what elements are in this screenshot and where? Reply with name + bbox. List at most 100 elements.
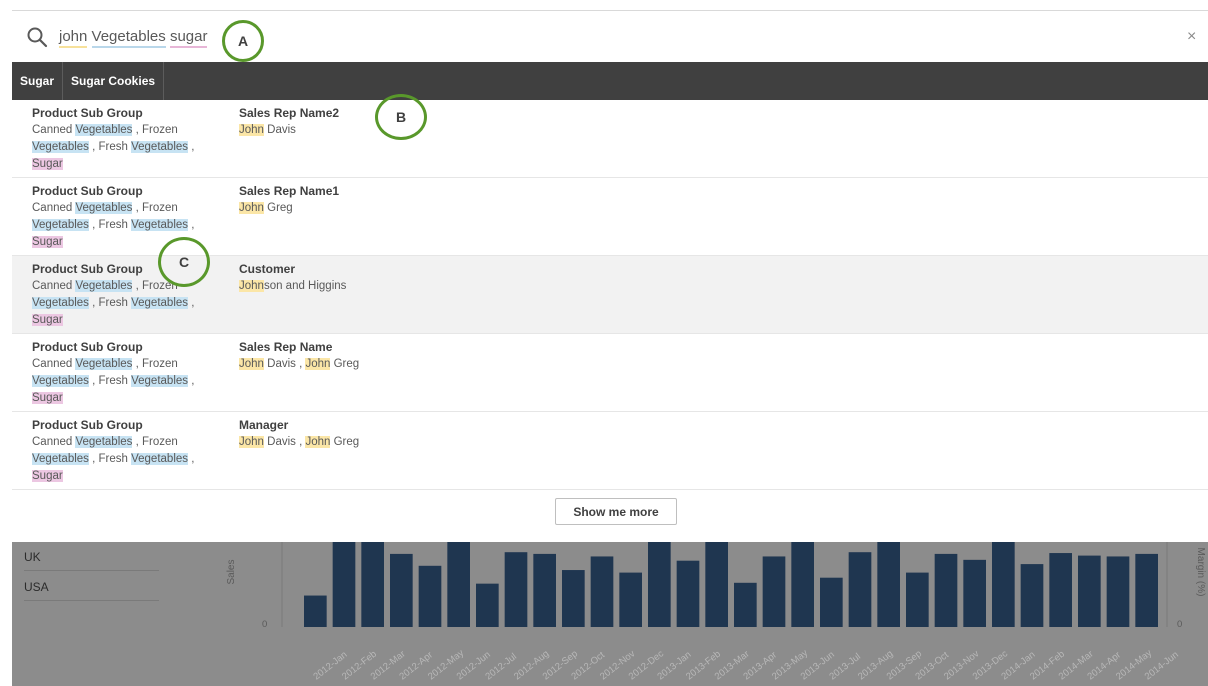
tab-sugar[interactable]: Sugar (12, 62, 64, 100)
result-field-product-sub-group[interactable]: Product Sub Group Canned Vegetables , Fro… (32, 417, 212, 485)
match-john: John (239, 436, 264, 448)
bar-2014-Feb (1020, 564, 1044, 627)
match-sugar: Sugar (32, 236, 63, 248)
bar-2013-Oct (906, 572, 929, 627)
bar-2012-Mar (361, 542, 384, 627)
bar-2012-Aug (504, 552, 528, 627)
bar-2012-Apr (390, 553, 413, 627)
match-vegetables: Vegetables (131, 219, 189, 231)
bar-2013-Mar (705, 542, 728, 627)
search-icon (27, 27, 48, 48)
result-field-secondary[interactable]: Manager John Davis , John Greg (239, 417, 539, 451)
value-text: Davis (263, 436, 296, 448)
bar-2014-Apr (1078, 555, 1101, 627)
result-field-secondary[interactable]: Customer Johnson and Higgins (239, 261, 539, 295)
value-text: son and Higgins (263, 280, 347, 292)
bar-2012-Jul (476, 583, 499, 627)
search-term-sugar: sugar (169, 28, 208, 48)
bar-2013-Dec (963, 559, 986, 627)
result-field-secondary[interactable]: Sales Rep Name1 John Greg (239, 183, 539, 217)
bar-2012-Sep (533, 553, 556, 627)
result-field-product-sub-group[interactable]: Product Sub Group Canned Vegetables , Fro… (32, 339, 212, 407)
value-text: , (188, 297, 195, 309)
result-field-secondary[interactable]: Sales Rep Name John Davis , John Greg (239, 339, 539, 373)
value-text: Greg (330, 358, 360, 370)
bar-2013-Feb (676, 560, 700, 627)
value-text: , (188, 453, 195, 465)
top-divider (12, 10, 1208, 11)
bar-2013-Aug (848, 552, 872, 627)
bar-2013-Nov (934, 553, 958, 627)
result-row[interactable]: Product Sub Group Canned Vegetables , Fro… (12, 334, 1208, 412)
bar-2012-Jun (447, 542, 470, 627)
match-vegetables: Vegetables (75, 358, 133, 370)
bar-2013-Apr (734, 582, 757, 627)
match-vegetables: Vegetables (32, 375, 89, 387)
y-axis-label-left: Sales (226, 559, 237, 584)
match-vegetables: Vegetables (32, 219, 89, 231)
bar-2012-Nov (590, 556, 614, 627)
tab-sugar-cookies[interactable]: Sugar Cookies (63, 62, 165, 100)
bar-2013-Jun (791, 542, 814, 627)
bar-2012-Oct (562, 570, 585, 627)
field-name: Sales Rep Name (239, 340, 333, 354)
match-vegetables: Vegetables (32, 453, 89, 465)
value-text: , Frozen (132, 358, 178, 370)
bar-2012-Jan (304, 595, 327, 627)
field-name: Manager (239, 418, 289, 432)
field-values: John Greg (239, 200, 539, 217)
smart-search-bar[interactable]: john Vegetables sugar × (12, 12, 1208, 62)
search-input[interactable]: john Vegetables sugar (59, 28, 208, 48)
value-text: Canned (32, 280, 76, 292)
search-suggestion-tabs: Sugar Sugar Cookies (12, 62, 1208, 100)
bar-2012-Feb (332, 542, 356, 627)
y-axis-label-right: Margin (%) (1195, 548, 1206, 597)
background-sheet: UK USA 2012-Jan 2012-Feb 2012-Mar 2012-Apr 2… (12, 542, 1208, 686)
value-text: , (188, 219, 195, 231)
field-name: Sales Rep Name1 (239, 184, 340, 198)
match-vegetables: Vegetables (75, 202, 133, 214)
value-text: Canned (32, 202, 76, 214)
bar-2014-Jun (1135, 553, 1158, 627)
bar-2014-Jan (992, 542, 1015, 627)
result-row[interactable]: Product Sub Group Canned Vegetables , Fro… (12, 100, 1208, 178)
field-values: Canned Vegetables , Frozen Vegetables , F… (32, 434, 212, 485)
show-more-button[interactable]: Show me more (555, 498, 677, 525)
match-sugar: Sugar (32, 314, 63, 326)
match-sugar: Sugar (32, 392, 63, 404)
field-values: Johnson and Higgins (239, 278, 539, 295)
result-row[interactable]: Product Sub Group Canned Vegetables , Fro… (12, 412, 1208, 490)
value-text: , (188, 141, 195, 153)
value-text: , Frozen (132, 436, 178, 448)
match-sugar: Sugar (32, 470, 63, 482)
close-icon[interactable]: × (1187, 28, 1196, 46)
match-vegetables: Vegetables (75, 124, 133, 136)
value-text: , Frozen (132, 202, 178, 214)
value-text: , Fresh (88, 297, 132, 309)
match-john: John (239, 124, 264, 136)
match-vegetables: Vegetables (131, 141, 189, 153)
value-text: Canned (32, 358, 76, 370)
match-john: John (305, 358, 331, 370)
bar-2013-Jul (820, 577, 843, 627)
y-zero-left: 0 (262, 619, 267, 630)
match-vegetables: Vegetables (75, 280, 133, 292)
match-vegetables: Vegetables (131, 375, 189, 387)
result-field-product-sub-group[interactable]: Product Sub Group Canned Vegetables , Fro… (32, 105, 212, 173)
field-name: Product Sub Group (32, 106, 143, 120)
field-name: Product Sub Group (32, 418, 143, 432)
match-john: John (239, 358, 264, 370)
bar-2012-May (418, 565, 442, 627)
bar-2014-May (1106, 556, 1130, 627)
match-vegetables: Vegetables (131, 297, 189, 309)
bar-2014-Mar (1049, 553, 1072, 627)
field-name: Customer (239, 262, 296, 276)
value-text: Davis (263, 358, 296, 370)
match-john: John (305, 436, 331, 448)
field-values: John Davis , John Greg (239, 356, 539, 373)
search-results-list: Product Sub Group Canned Vegetables , Fro… (12, 100, 1208, 490)
field-name: Product Sub Group (32, 340, 143, 354)
field-name: Product Sub Group (32, 184, 143, 198)
match-vegetables: Vegetables (32, 141, 89, 153)
value-text: Canned (32, 124, 76, 136)
